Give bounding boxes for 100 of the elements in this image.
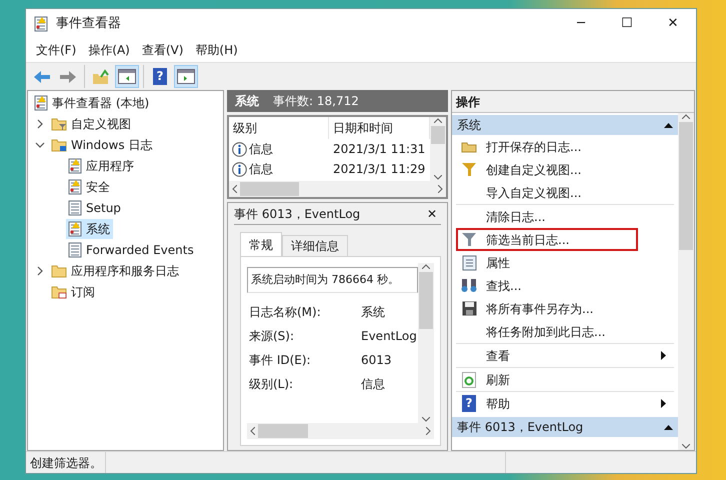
event-count: 事件数: 18,712 <box>273 93 359 110</box>
menu-item[interactable]: 文件(F) <box>30 41 82 59</box>
submenu-arrow-icon <box>661 399 666 408</box>
action-item[interactable]: 打开保存的日志... <box>456 135 674 158</box>
tab[interactable]: 详细信息 <box>282 235 348 256</box>
scroll-up-icon[interactable] <box>422 264 430 269</box>
log-icon <box>68 158 82 174</box>
folder-up-icon <box>92 68 110 84</box>
info-icon <box>232 162 247 176</box>
help-icon: ? <box>153 68 167 85</box>
action-item[interactable]: 查找... <box>456 274 674 297</box>
log-icon <box>68 242 82 258</box>
vertical-scrollbar[interactable] <box>418 263 434 423</box>
window-control-button[interactable]: ─ <box>558 9 604 38</box>
field-value: 6013 <box>361 352 392 369</box>
action-item[interactable]: 筛选当前日志... <box>456 228 638 251</box>
menu-item[interactable]: 操作(A) <box>82 41 136 59</box>
scroll-down-icon[interactable] <box>682 444 690 449</box>
folder-icon <box>51 264 67 278</box>
menu-item[interactable]: 查看(V) <box>136 41 190 59</box>
log-name: 系统 <box>235 93 259 110</box>
event-detail-title: 事件 6013，EventLog <box>234 206 360 222</box>
tree-item[interactable]: Windows 日志 <box>50 136 154 154</box>
vertical-scrollbar[interactable] <box>678 113 694 450</box>
scroll-up-icon[interactable] <box>434 118 442 123</box>
panel-icon <box>118 69 136 84</box>
log-icon <box>68 200 82 216</box>
refresh-icon <box>462 372 476 388</box>
log-icon <box>34 95 48 111</box>
action-item[interactable]: 导入自定义视图... <box>456 181 674 204</box>
toolbar-button[interactable] <box>115 65 139 88</box>
folder-icon <box>51 285 67 299</box>
action-section-header[interactable]: 系统 <box>452 115 678 135</box>
column-header[interactable]: 级别 <box>229 117 329 139</box>
action-item[interactable]: 属性 <box>456 251 674 274</box>
menu-item[interactable]: 帮助(H) <box>189 41 244 59</box>
scroll-right-icon[interactable] <box>438 185 443 193</box>
tree-item[interactable]: 系统 <box>66 219 113 239</box>
field-label: 事件 ID(E): <box>249 352 312 369</box>
event-message-field[interactable]: 系统启动时间为 786664 秒。 <box>247 267 418 293</box>
folder-icon <box>51 117 67 131</box>
tab[interactable]: 常规 <box>240 232 282 256</box>
tree-item[interactable]: 订阅 <box>50 283 96 301</box>
field-value: 系统 <box>361 304 385 321</box>
vertical-scrollbar[interactable] <box>430 117 446 181</box>
status-text: 创建筛选器。 <box>30 454 102 472</box>
scroll-up-icon[interactable] <box>682 114 690 119</box>
help-icon: ? <box>462 395 476 412</box>
back-arrow-icon <box>33 70 51 84</box>
scroll-down-icon[interactable] <box>434 175 442 180</box>
tree-item[interactable]: 自定义视图 <box>50 115 132 133</box>
log-icon <box>68 179 82 195</box>
submenu-arrow-icon <box>661 351 666 360</box>
toolbar-button[interactable]: ? <box>148 65 172 88</box>
field-value: 信息 <box>361 376 385 393</box>
collapse-triangle-icon <box>664 122 673 128</box>
scroll-right-icon[interactable] <box>426 427 431 435</box>
field-value: EventLog <box>361 328 417 345</box>
collapse-triangle-icon <box>664 424 673 430</box>
filter-icon <box>461 162 477 177</box>
scroll-left-icon[interactable] <box>232 185 237 193</box>
action-item[interactable]: 查看 <box>456 344 674 367</box>
tree-item[interactable]: 安全 <box>66 177 113 197</box>
scroll-down-icon[interactable] <box>422 417 430 422</box>
table-cell: 信息 <box>229 159 329 179</box>
log-icon <box>68 221 82 237</box>
panel-icon <box>177 69 195 84</box>
action-item[interactable]: 清除日志... <box>456 205 674 228</box>
info-icon <box>232 142 247 156</box>
horizontal-scrollbar[interactable] <box>247 423 434 439</box>
horizontal-scrollbar[interactable] <box>229 181 446 197</box>
window-title: 事件查看器 <box>56 14 121 33</box>
tree-item[interactable]: Forwarded Events <box>66 240 197 260</box>
action-item[interactable]: 将所有事件另存为... <box>456 297 674 320</box>
table-cell: 信息 <box>229 139 329 159</box>
tree-item[interactable]: Setup <box>66 198 124 218</box>
toolbar-button[interactable] <box>174 65 198 88</box>
action-item[interactable]: 将任务附加到此日志... <box>456 320 674 343</box>
window-control-button[interactable]: ✕ <box>650 9 696 38</box>
field-label: 级别(L): <box>249 376 294 393</box>
folder-icon <box>51 138 67 152</box>
action-item[interactable]: 创建自定义视图... <box>456 158 674 181</box>
action-item[interactable]: ? 帮助 <box>456 392 674 415</box>
save-icon <box>462 301 476 316</box>
log-icon <box>34 16 48 32</box>
filter-icon <box>461 232 477 247</box>
field-label: 日志名称(M): <box>249 304 322 321</box>
scroll-left-icon[interactable] <box>250 427 255 435</box>
window-control-button[interactable]: ☐ <box>604 9 650 38</box>
binoculars-icon <box>460 278 478 293</box>
tree-item[interactable]: 应用程序和服务日志 <box>50 262 180 280</box>
close-button[interactable]: ✕ <box>426 204 437 222</box>
field-label: 来源(S): <box>249 328 296 345</box>
actions-header: 操作 <box>452 91 694 113</box>
action-section-header[interactable]: 事件 6013，EventLog <box>452 417 678 437</box>
action-item[interactable]: 刷新 <box>456 368 674 391</box>
properties-icon <box>462 254 476 270</box>
tree-item[interactable]: 应用程序 <box>66 156 137 176</box>
tree-item[interactable]: 事件查看器 (本地) <box>34 93 223 113</box>
table-cell-text: 2021/3/1 11:31 <box>332 141 426 158</box>
